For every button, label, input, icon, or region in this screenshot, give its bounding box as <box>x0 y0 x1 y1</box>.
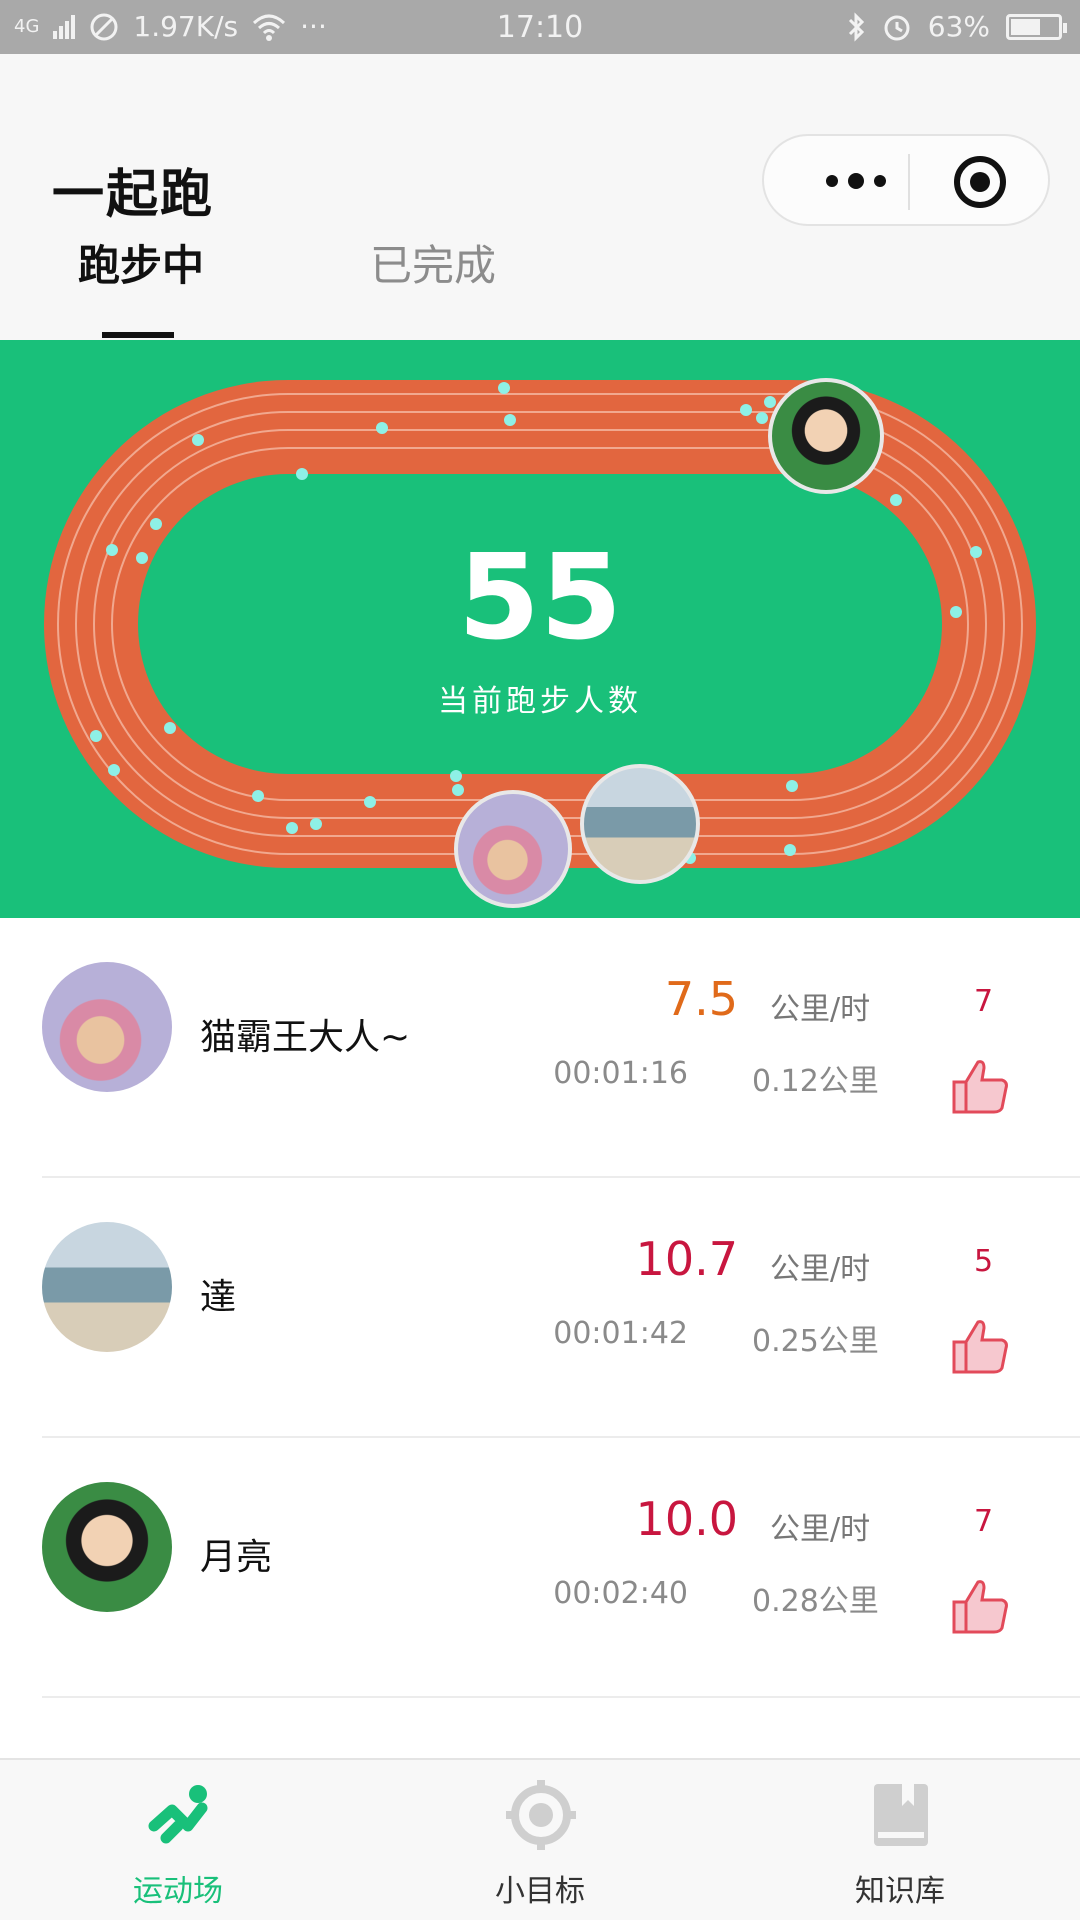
like-count: 7 <box>974 984 994 1019</box>
like-count: 5 <box>974 1244 994 1279</box>
run-duration: 00:01:42 <box>553 1316 688 1351</box>
run-duration: 00:01:16 <box>553 1056 688 1091</box>
mini-program-capsule <box>762 134 1050 226</box>
run-distance: 0.25公里 <box>752 1324 879 1359</box>
runner-speed: 10.0 <box>635 1492 738 1546</box>
track-avatar-chopper[interactable] <box>454 790 572 908</box>
tab-small-goal[interactable]: 小目标 <box>440 1760 640 1920</box>
runner-count-label: 当前跑步人数 <box>438 684 642 719</box>
list-item[interactable]: 猫霸王大人~ 7.5 公里/时 7 00:01:16 0.12公里 <box>0 918 1080 1178</box>
runner-icon <box>148 1785 208 1844</box>
capsule-divider <box>908 154 910 210</box>
runner-name: 月亮 <box>200 1537 273 1578</box>
list-item[interactable]: 月亮 10.0 公里/时 7 00:02:40 0.28公里 <box>0 1438 1080 1698</box>
thumbs-up-icon[interactable] <box>948 1574 1012 1638</box>
avatar <box>42 962 172 1092</box>
target-icon <box>506 1780 576 1850</box>
speed-unit: 公里/时 <box>770 1252 871 1287</box>
runner-name: 猫霸王大人~ <box>200 1017 411 1058</box>
runner-speed: 7.5 <box>664 972 738 1026</box>
tab-label: 运动场 <box>133 1874 223 1909</box>
status-bar: 4G 1.97K/s ··· 17:10 63% <box>0 0 1080 54</box>
tab-label: 小目标 <box>495 1874 585 1909</box>
run-distance: 0.12公里 <box>752 1064 879 1099</box>
speed-unit: 公里/时 <box>770 992 871 1027</box>
tab-knowledge-base[interactable]: 知识库 <box>800 1760 1000 1920</box>
tab-sports-field[interactable]: 运动场 <box>78 1760 278 1920</box>
run-distance: 0.28公里 <box>752 1584 879 1619</box>
book-icon <box>874 1784 928 1846</box>
like-count: 7 <box>974 1504 994 1539</box>
alarm-icon <box>884 15 910 40</box>
header: 一起跑 跑步中 已完成 <box>0 54 1080 340</box>
runner-count: 55 <box>457 528 623 666</box>
tab-underline <box>102 332 174 338</box>
battery-percent: 63% <box>927 10 990 43</box>
battery-icon <box>1006 13 1067 40</box>
runner-speed: 10.7 <box>635 1232 738 1286</box>
avatar <box>42 1222 172 1352</box>
runner-name: 達 <box>200 1277 237 1318</box>
bottom-tab-bar: 运动场 小目标 知识库 <box>0 1758 1080 1920</box>
close-target-icon[interactable] <box>954 156 1006 208</box>
tab-label: 知识库 <box>855 1874 945 1909</box>
track-avatar-boy[interactable] <box>768 378 884 494</box>
avatar <box>42 1482 172 1612</box>
thumbs-up-icon[interactable] <box>948 1054 1012 1118</box>
divider <box>42 1696 1080 1698</box>
running-track-panel: 55 当前跑步人数 <box>0 340 1080 918</box>
battery-fill <box>1011 18 1040 35</box>
thumbs-up-icon[interactable] <box>948 1314 1012 1378</box>
page-title: 一起跑 <box>52 165 215 225</box>
track-avatar-beach[interactable] <box>580 764 700 884</box>
tab-completed[interactable]: 已完成 <box>370 232 496 293</box>
tab-running[interactable]: 跑步中 <box>78 232 204 293</box>
bluetooth-icon <box>848 11 864 42</box>
more-menu-icon[interactable] <box>806 156 906 206</box>
run-duration: 00:02:40 <box>553 1576 688 1611</box>
list-item[interactable]: 達 10.7 公里/时 5 00:01:42 0.25公里 <box>0 1178 1080 1438</box>
speed-unit: 公里/时 <box>770 1512 871 1547</box>
